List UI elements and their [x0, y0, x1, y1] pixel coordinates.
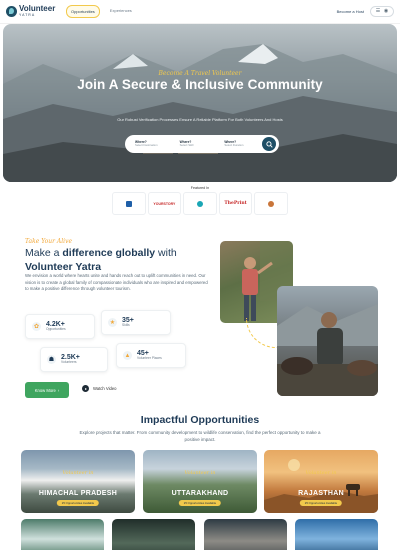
become-host-link[interactable]: Become a Host: [337, 9, 364, 14]
theprint-logo: ThePrint: [218, 192, 253, 215]
opportunity-thumbnail[interactable]: [204, 519, 287, 550]
top-nav: Volunteer YATRA Opportunities Experience…: [0, 0, 400, 24]
watch-video-label: Watch Video: [93, 386, 117, 391]
featured-logos: YOURSTORY ThePrint: [112, 192, 288, 215]
destination-name: UTTARAKHAND: [171, 490, 229, 497]
destination-script: Volunteer in: [184, 470, 216, 476]
nav-tabs: Opportunities Experiences: [66, 5, 136, 18]
duration-select[interactable]: Where? Select Duration: [217, 140, 262, 148]
hero-subtitle: Our Robust Verification Processes Ensure…: [117, 117, 283, 122]
mountain-icon: ▲: [123, 351, 132, 360]
destination-card-rajasthan[interactable]: Volunteer in RAJASTHAN 25 Opportunities …: [264, 450, 378, 513]
hero-script-text: Become A Travel Volunteer: [158, 70, 242, 77]
hero-title: Join A Secure & Inclusive Community: [77, 77, 323, 92]
opportunity-thumbnail[interactable]: [21, 519, 104, 550]
hero-banner: Become A Travel Volunteer Join A Secure …: [3, 24, 397, 182]
tab-experiences[interactable]: Experiences: [106, 5, 136, 18]
logo-title: Volunteer: [19, 4, 56, 14]
destination-name: HIMACHAL PRADESH: [38, 490, 118, 497]
search-field-placeholder: Select Skill: [179, 143, 194, 148]
stat-card: ★ 35+ Skills: [101, 310, 171, 335]
search-icon: [265, 140, 273, 148]
search-field-placeholder: Select Duration: [224, 143, 244, 148]
about-script-text: Take Your Alive: [25, 238, 73, 245]
yourstory-logo: YOURSTORY: [147, 192, 182, 215]
volunteer-photo-horses: [277, 286, 378, 396]
hamburger-icon: ☰: [375, 8, 381, 14]
stat-label: Skills: [122, 323, 130, 328]
logo-subtitle: YATRA: [19, 13, 36, 18]
destination-script: Volunteer in: [305, 470, 337, 476]
stat-card: ☗ 2.5K+ Volunteers: [40, 347, 108, 372]
featured-logo-icon: [183, 192, 217, 215]
know-more-button[interactable]: Know More ›: [25, 382, 69, 398]
destination-name: RAJASTHAN: [298, 490, 344, 497]
play-icon: [82, 385, 89, 392]
featured-logo-icon: [112, 192, 146, 215]
about-description: We envision a world where hearts unite a…: [25, 273, 208, 292]
destination-card-uttarakhand[interactable]: Volunteer in UTTARAKHAND 25 Opportunitie…: [143, 450, 257, 513]
search-bar: Where? Select Destination Where? Select …: [125, 135, 279, 153]
opportunities-icon: ✿: [32, 322, 41, 331]
user-icon: ◉: [383, 8, 389, 14]
destination-select[interactable]: Where? Select Destination: [128, 140, 173, 148]
mountain-background: [3, 44, 397, 182]
watch-video-button[interactable]: Watch Video: [82, 385, 117, 392]
destination-count-badge: 25 Opportunities Available: [178, 500, 222, 506]
stat-label: Opportunities: [46, 327, 66, 332]
stat-card: ▲ 45+ Volunteer Places: [116, 343, 186, 368]
opportunity-thumbnail[interactable]: [295, 519, 378, 550]
about-title: Make a difference globally with Volunteer…: [25, 247, 177, 273]
destination-script: Volunteer in: [62, 470, 94, 476]
opportunity-thumbnail[interactable]: [112, 519, 195, 550]
stat-label: Volunteers: [61, 360, 77, 365]
stat-card: ✿ 4.2K+ Opportunities: [25, 314, 95, 339]
impactful-subtitle: Explore projects that matter. From commu…: [79, 430, 321, 442]
skill-select[interactable]: Where? Select Skill: [173, 140, 218, 148]
logo-mark-icon: [6, 6, 17, 17]
destination-card-himachal[interactable]: Volunteer in HIMACHAL PRADESH 25 Opportu…: [21, 450, 135, 513]
search-button[interactable]: [262, 137, 277, 151]
stat-label: Volunteer Places: [137, 356, 162, 361]
tab-opportunities[interactable]: Opportunities: [66, 5, 100, 18]
account-menu-button[interactable]: ☰ ◉: [370, 6, 394, 17]
search-field-placeholder: Select Destination: [135, 143, 158, 148]
logo[interactable]: Volunteer YATRA: [6, 5, 60, 18]
star-icon: ★: [108, 318, 117, 327]
impactful-title: Impactful Opportunities: [140, 414, 260, 426]
volunteers-icon: ☗: [47, 355, 56, 364]
destination-count-badge: 25 Opportunities Available: [299, 500, 343, 506]
arrow-right-icon: ›: [57, 387, 60, 393]
page: Volunteer YATRA Opportunities Experience…: [0, 0, 400, 550]
featured-logo-icon: [254, 192, 288, 215]
destination-count-badge: 25 Opportunities Available: [56, 500, 100, 506]
featured-label: Featured In: [190, 186, 210, 190]
